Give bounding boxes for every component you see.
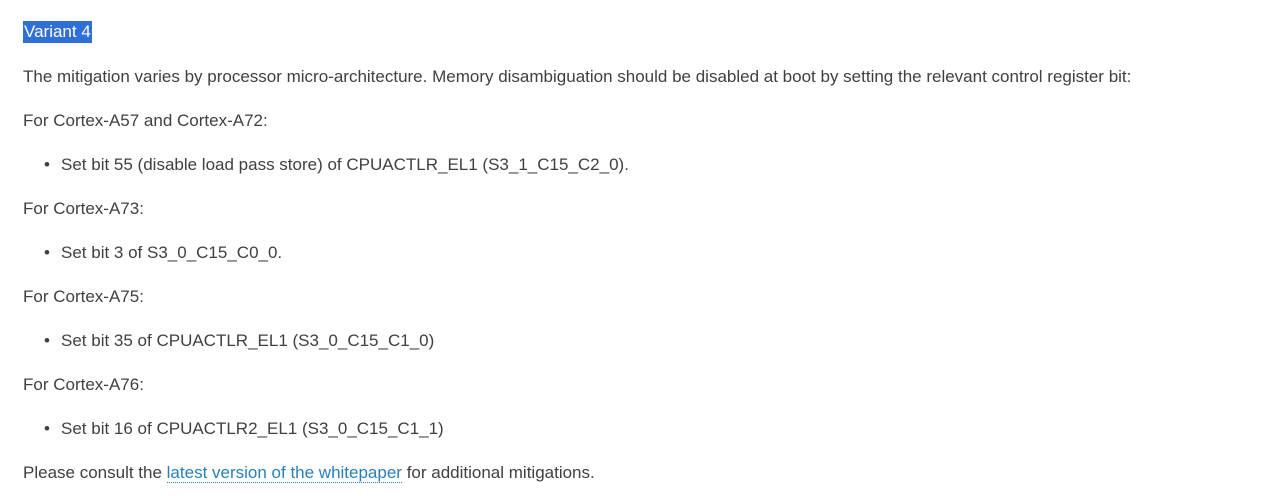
group-label-a76: For Cortex-A76: bbox=[23, 375, 144, 394]
list-item: • Set bit 35 of CPUACTLR_EL1 (S3_0_C15_C… bbox=[44, 329, 1273, 353]
list-a57-a72: • Set bit 55 (disable load pass store) o… bbox=[23, 153, 1273, 177]
list-item-text: Set bit 3 of S3_0_C15_C0_0. bbox=[61, 243, 283, 262]
bullet-icon: • bbox=[44, 155, 50, 174]
list-a73: • Set bit 3 of S3_0_C15_C0_0. bbox=[23, 241, 1273, 265]
list-item-text: Set bit 16 of CPUACTLR2_EL1 (S3_0_C15_C1… bbox=[61, 419, 444, 438]
footer-prefix: Please consult the bbox=[23, 463, 167, 482]
list-a75: • Set bit 35 of CPUACTLR_EL1 (S3_0_C15_C… bbox=[23, 329, 1273, 353]
doc-section: Variant 4 The mitigation varies by proce… bbox=[23, 20, 1273, 485]
list-item: • Set bit 16 of CPUACTLR2_EL1 (S3_0_C15_… bbox=[44, 417, 1273, 441]
bullet-icon: • bbox=[44, 243, 50, 262]
group-label-a57-a72: For Cortex-A57 and Cortex-A72: bbox=[23, 111, 268, 130]
list-item: • Set bit 55 (disable load pass store) o… bbox=[44, 153, 1273, 177]
bullet-icon: • bbox=[44, 419, 50, 438]
section-heading: Variant 4 bbox=[23, 21, 92, 43]
footer-suffix: for additional mitigations. bbox=[401, 463, 595, 482]
bullet-icon: • bbox=[44, 331, 50, 350]
list-item: • Set bit 3 of S3_0_C15_C0_0. bbox=[44, 241, 1273, 265]
group-label-a75: For Cortex-A75: bbox=[23, 287, 144, 306]
footer-paragraph: Please consult the latest version of the… bbox=[23, 461, 1273, 485]
list-item-text: Set bit 35 of CPUACTLR_EL1 (S3_0_C15_C1_… bbox=[61, 331, 435, 350]
list-item-text: Set bit 55 (disable load pass store) of … bbox=[61, 155, 629, 174]
group-label-a73: For Cortex-A73: bbox=[23, 199, 144, 218]
intro-paragraph: The mitigation varies by processor micro… bbox=[23, 67, 1132, 86]
whitepaper-link[interactable]: latest version of the whitepaper bbox=[166, 463, 402, 483]
list-a76: • Set bit 16 of CPUACTLR2_EL1 (S3_0_C15_… bbox=[23, 417, 1273, 441]
